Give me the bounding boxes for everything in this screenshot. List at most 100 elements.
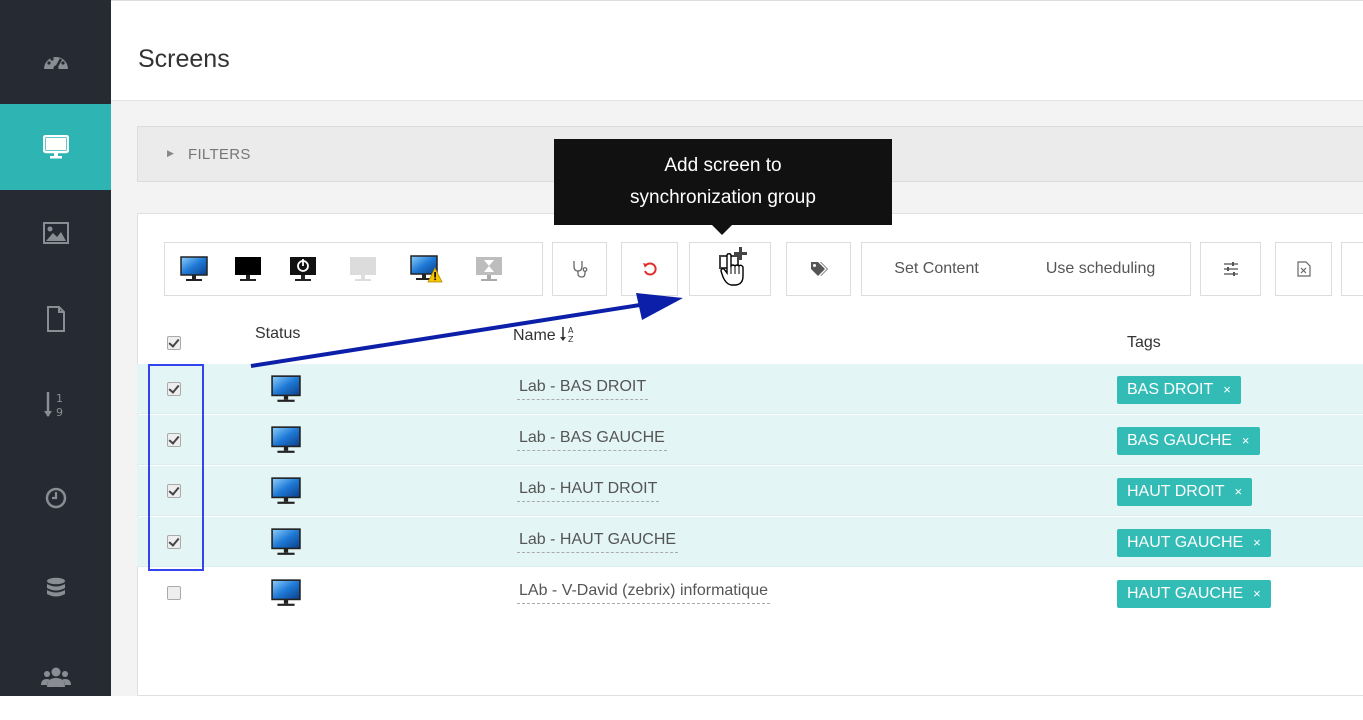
sliders-icon [1223,262,1238,276]
hand-cursor-icon [720,253,744,286]
sidebar-item-database[interactable] [0,546,111,632]
content-actions-group: Set Content Use scheduling [861,242,1191,296]
tag-remove-icon[interactable]: × [1234,484,1242,499]
document-icon [46,306,65,332]
status-column-header[interactable]: Status [255,325,300,343]
screen-name[interactable]: LAb - V-David (zebrix) informatique [517,580,770,604]
sidebar: 1 9 [0,0,111,696]
tags-group [786,242,851,296]
sync-group-tooltip: Add screen to synchronization group [554,139,892,225]
status-off-button[interactable] [223,243,273,295]
tag-badge: BAS DROIT × [1117,376,1241,404]
use-scheduling-button[interactable]: Use scheduling [1011,243,1190,295]
tooltip-line-2: synchronization group [630,187,816,208]
settings-button[interactable] [1201,243,1260,295]
name-column-header[interactable]: Name A Z [513,325,578,345]
export-group [1275,242,1332,296]
tag-badge: HAUT DROIT × [1117,478,1253,506]
screen-disabled-icon [350,257,376,281]
tags-icon [810,262,828,276]
screen-online-icon [271,528,301,555]
tag-label: BAS GAUCHE [1127,432,1232,449]
excel-file-icon [1296,261,1311,277]
svg-text:Z: Z [568,335,574,343]
reboot-button[interactable] [622,243,677,295]
tag-label: HAUT GAUCHE [1127,585,1244,602]
table-row[interactable]: Lab - HAUT DROIT HAUT DROIT × [137,466,1363,516]
tag-label: HAUT GAUCHE [1127,534,1244,551]
sidebar-item-users[interactable] [0,634,111,720]
sidebar-item-dashboard[interactable] [0,17,111,103]
sidebar-item-sort[interactable]: 1 9 [0,362,111,448]
screen-name[interactable]: Lab - BAS DROIT [517,376,649,400]
sidebar-item-documents[interactable] [0,276,111,362]
tag-badge: BAS GAUCHE × [1117,427,1260,455]
status-disconnected-button[interactable] [333,243,393,295]
export-excel-button[interactable] [1276,243,1331,295]
table-row[interactable]: Lab - BAS DROIT BAS DROIT × [137,364,1363,414]
monitor-icon [42,135,69,159]
users-icon [40,667,71,687]
sort-numeric-icon: 1 9 [43,392,63,419]
selection-highlight-box [148,364,204,571]
status-warning-button[interactable] [393,243,459,295]
page-title: Screens [138,45,230,73]
screen-name[interactable]: Lab - HAUT GAUCHE [517,529,679,553]
tag-badge: HAUT GAUCHE × [1117,529,1271,557]
set-content-button[interactable]: Set Content [862,243,1011,295]
tags-column-header[interactable]: Tags [1127,334,1161,352]
row-checkbox[interactable] [167,586,181,600]
screen-online-icon [180,256,208,281]
caret-right-icon: ▶ [167,148,174,158]
tag-label: HAUT DROIT [1127,483,1225,500]
sort-alpha-icon: A Z [560,326,574,344]
tag-button[interactable] [787,243,850,295]
svg-text:9: 9 [56,406,63,419]
dashboard-gauge-icon [43,57,68,71]
screen-off-icon [235,257,261,281]
sidebar-item-media[interactable] [0,190,111,276]
diagnose-group [552,242,607,296]
image-icon [42,222,69,244]
table-row[interactable]: Lab - BAS GAUCHE BAS GAUCHE × [137,415,1363,465]
restart-icon [642,262,657,276]
settings-group [1200,242,1261,296]
tag-badge: HAUT GAUCHE × [1117,580,1271,608]
svg-text:1: 1 [56,392,63,405]
stethoscope-icon [572,261,587,278]
more-group [1341,242,1363,296]
tooltip-pointer [712,225,732,235]
status-standby-button[interactable] [273,243,333,295]
sidebar-item-screens[interactable] [0,104,111,190]
tooltip-line-1: Add screen to [664,155,782,176]
tag-remove-icon[interactable]: × [1253,535,1261,550]
screen-online-icon [271,375,301,402]
diagnose-button[interactable] [553,243,606,295]
table-row[interactable]: LAb - V-David (zebrix) informatique HAUT… [137,568,1363,618]
status-online-button[interactable] [165,243,223,295]
more-button[interactable] [1342,243,1363,295]
screen-online-icon [271,426,301,453]
filters-label: FILTERS [188,146,251,163]
tag-remove-icon[interactable]: × [1253,586,1261,601]
select-all-checkbox[interactable] [167,336,181,350]
tag-remove-icon[interactable]: × [1242,433,1250,448]
screen-power-icon [290,257,316,281]
database-icon [46,577,65,597]
page-header: Screens [111,1,1363,101]
table-row[interactable]: Lab - HAUT GAUCHE HAUT GAUCHE × [137,517,1363,567]
screen-online-icon [271,579,301,606]
svg-text:A: A [568,326,574,335]
reboot-group [621,242,678,296]
sidebar-item-schedule[interactable] [0,455,111,541]
status-pending-button[interactable] [459,243,519,295]
screen-name[interactable]: Lab - BAS GAUCHE [517,427,667,451]
screen-name[interactable]: Lab - HAUT DROIT [517,478,660,502]
screen-hourglass-icon [476,257,502,281]
tag-remove-icon[interactable]: × [1223,382,1231,397]
screen-online-icon [271,477,301,504]
tag-label: BAS DROIT [1127,381,1214,398]
status-filter-group [164,242,543,296]
clock-icon [45,487,66,509]
screen-warning-icon [410,255,443,283]
